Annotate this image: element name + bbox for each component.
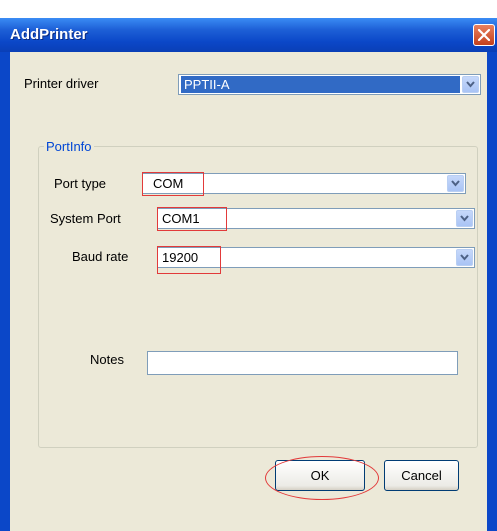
chevron-down-icon (466, 81, 475, 88)
baud-rate-label: Baud rate (72, 249, 129, 264)
close-button[interactable] (473, 24, 495, 46)
printer-driver-dropdown-button[interactable] (462, 76, 479, 93)
window-border-right (487, 52, 497, 531)
add-printer-dialog: AddPrinter Printer driver PPTII-A PortIn… (0, 18, 497, 531)
notes-label: Notes (90, 352, 124, 367)
title-bar[interactable]: AddPrinter (0, 18, 497, 52)
system-port-dropdown-button[interactable] (456, 210, 473, 227)
chevron-down-icon (451, 180, 460, 187)
dialog-body: Printer driver PPTII-A PortInfo Port typ… (10, 52, 487, 531)
baud-rate-dropdown-button[interactable] (456, 249, 473, 266)
cancel-button[interactable]: Cancel (384, 460, 459, 491)
ok-button-highlight (265, 456, 379, 500)
printer-driver-label: Printer driver (24, 76, 99, 91)
chevron-down-icon (460, 254, 469, 261)
window-title: AddPrinter (10, 26, 88, 43)
port-type-highlight (142, 172, 204, 196)
port-type-label: Port type (54, 176, 107, 191)
notes-input[interactable] (147, 351, 458, 375)
system-port-label: System Port (50, 211, 121, 226)
chevron-down-icon (460, 215, 469, 222)
printer-driver-select[interactable]: PPTII-A (178, 74, 481, 95)
baud-rate-highlight (157, 246, 221, 274)
system-port-highlight (157, 207, 227, 231)
window-border-left (0, 52, 10, 531)
port-info-title: PortInfo (44, 139, 94, 154)
close-icon (478, 29, 490, 41)
printer-driver-value: PPTII-A (181, 76, 460, 93)
port-type-dropdown-button[interactable] (447, 175, 464, 192)
